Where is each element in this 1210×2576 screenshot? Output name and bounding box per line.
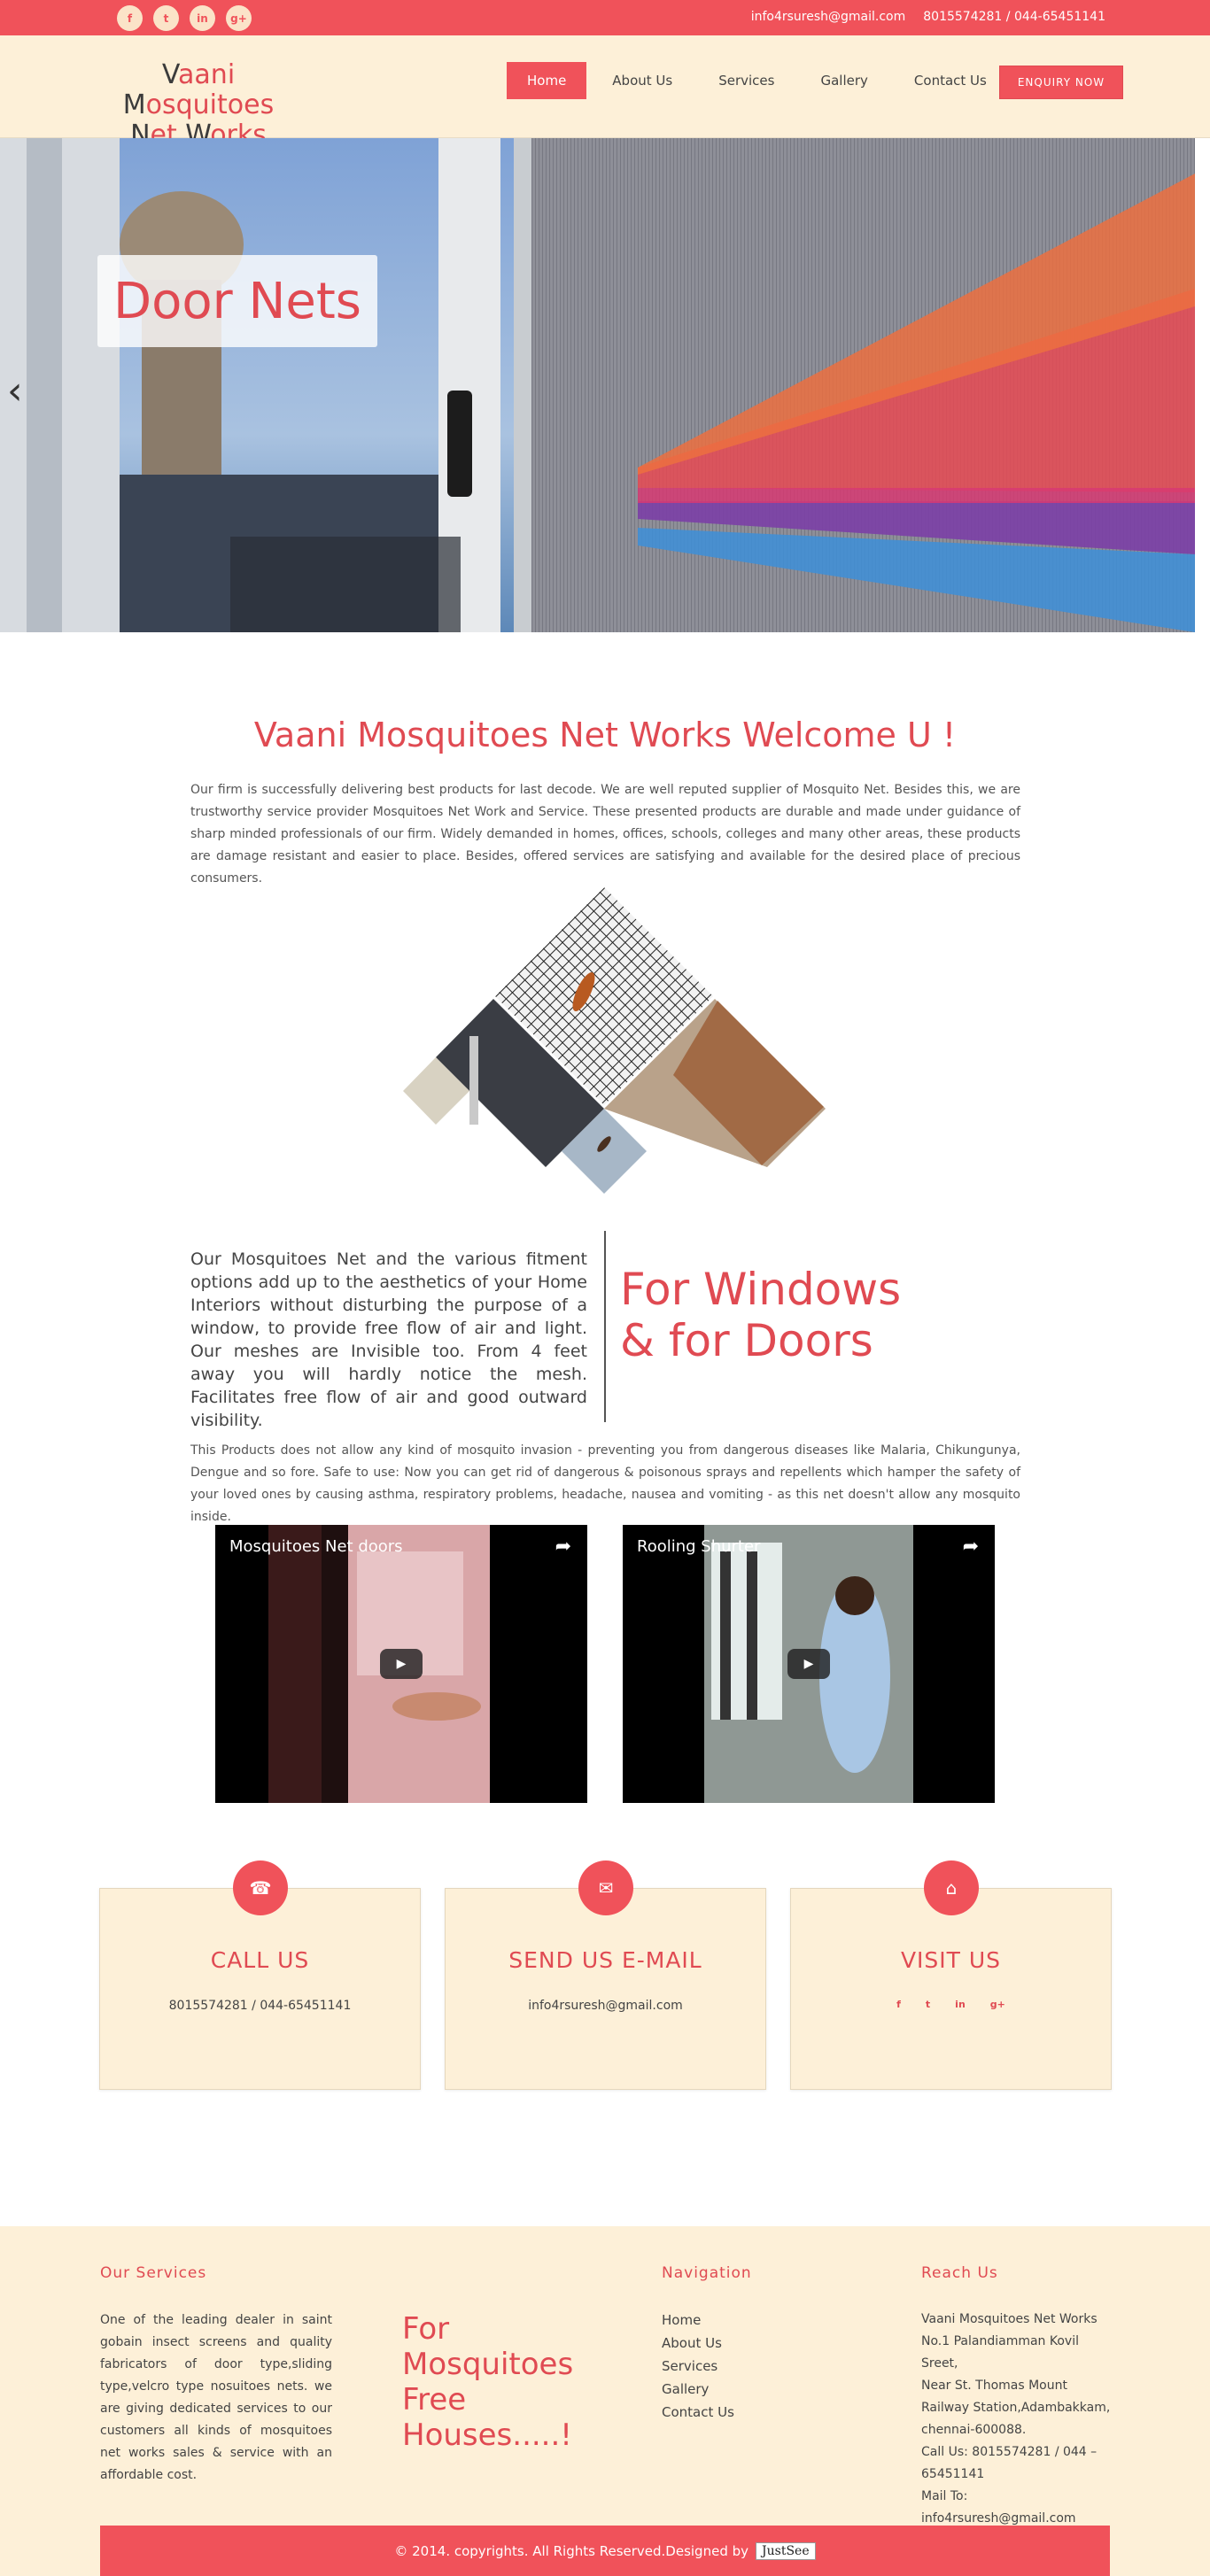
googleplus-icon[interactable]: g+ <box>990 1999 1005 2010</box>
copyright-text: © 2014. copyrights. All Rights Reserved.… <box>394 2542 749 2559</box>
envelope-icon: ✉ <box>578 1860 633 1915</box>
video-title: Mosquitoes Net doors <box>229 1537 403 1556</box>
home-icon: ⌂ <box>924 1860 979 1915</box>
footer-nav-services[interactable]: Services <box>662 2355 734 2378</box>
video-player-doors[interactable]: Mosquitoes Net doors ➦ ▶ <box>215 1525 587 1803</box>
footer-services-text: One of the leading dealer in saint gobai… <box>100 2313 332 2482</box>
designer-logo[interactable]: JustSee <box>756 2541 816 2560</box>
linkedin-icon[interactable]: in <box>955 1999 966 2010</box>
enquiry-button[interactable]: ENQUIRY NOW <box>999 66 1123 99</box>
nav-home[interactable]: Home <box>507 62 587 99</box>
address-line: No.1 Palandiamman Kovil Sreet, <box>921 2334 1079 2371</box>
hero-slider: Door Nets ‹ <box>0 138 1195 632</box>
call-us-title: CALL US <box>210 1947 310 1973</box>
welcome-paragraph: Our firm is successfully delivering best… <box>190 783 1020 886</box>
diamond-collage <box>403 887 826 1194</box>
slogan-line: Free <box>402 2382 467 2417</box>
header: Vaani Mosquitoes Net Works Home About Us… <box>0 35 1210 151</box>
video-title: Rooling Shurter <box>637 1537 761 1556</box>
section-divider-line <box>604 1231 606 1422</box>
copyright-bar: © 2014. copyrights. All Rights Reserved.… <box>100 2526 1110 2576</box>
footer-nav-contact[interactable]: Contact Us <box>662 2401 734 2424</box>
email-title: SEND US E-MAIL <box>508 1947 702 1973</box>
email-address[interactable]: info4rsuresh@gmail.com <box>446 1999 765 2013</box>
hero-image <box>0 138 1195 632</box>
logo-letter: V <box>161 59 179 90</box>
call-us-number[interactable]: 8015574281 / 044-65451141 <box>100 1999 420 2013</box>
nav-services[interactable]: Services <box>698 62 795 99</box>
slogan-line: For <box>402 2311 450 2347</box>
slogan-line: Houses.....! <box>402 2417 572 2453</box>
fitment-heading: For Windows & for Doors <box>620 1264 901 1366</box>
twitter-icon[interactable]: t <box>926 1999 930 2010</box>
share-icon[interactable]: ➦ <box>963 1536 979 1558</box>
address-line: Near St. Thomas Mount <box>921 2379 1067 2393</box>
video-player-shutter[interactable]: Rooling Shurter ➦ ▶ <box>623 1525 995 1803</box>
fitment-heading-line: & for Doors <box>620 1315 873 1366</box>
footer-nav-about[interactable]: About Us <box>662 2332 734 2355</box>
footer-nav-gallery[interactable]: Gallery <box>662 2378 734 2401</box>
address-line: Railway Station,Adambakkam, <box>921 2401 1111 2415</box>
footer-services-heading: Our Services <box>100 2264 207 2282</box>
address-line: Vaani Mosquitoes Net Works <box>921 2312 1098 2326</box>
address-line: 65451141 <box>921 2467 985 2481</box>
twitter-icon[interactable]: t <box>153 5 179 31</box>
main-nav: Home About Us Services Gallery Contact U… <box>507 62 1012 99</box>
protection-paragraph: This Products does not allow any kind of… <box>190 1443 1020 1524</box>
nav-gallery[interactable]: Gallery <box>800 62 888 99</box>
top-bar: f t in g+ info4rsuresh@gmail.com 8015574… <box>0 0 1210 35</box>
footer-reach-heading: Reach Us <box>921 2264 998 2282</box>
top-contact: info4rsuresh@gmail.com 8015574281 / 044-… <box>751 10 1105 24</box>
email-box: ✉ SEND US E-MAIL info4rsuresh@gmail.com <box>445 1860 766 2090</box>
nav-about[interactable]: About Us <box>592 62 693 99</box>
fitment-heading-line: For Windows <box>620 1264 902 1315</box>
address-line: Call Us: 8015574281 / 044 – <box>921 2445 1098 2459</box>
play-icon[interactable]: ▶ <box>787 1649 830 1679</box>
googleplus-icon[interactable]: g+ <box>226 5 252 31</box>
slider-prev-arrow[interactable]: ‹ <box>7 368 23 414</box>
nav-contact[interactable]: Contact Us <box>894 62 1007 99</box>
site-logo[interactable]: Vaani Mosquitoes Net Works <box>96 60 301 151</box>
logo-letter: M <box>122 89 146 120</box>
call-us-box: ☎ CALL US 8015574281 / 044-65451141 <box>99 1860 421 2090</box>
logo-text: osquitoes <box>145 89 275 120</box>
logo-text: aani <box>178 59 236 90</box>
footer-address: Vaani Mosquitoes Net Works No.1 Palandia… <box>921 2309 1116 2530</box>
hero-title: Door Nets <box>97 255 377 347</box>
visit-us-box: ⌂ VISIT US f t in g+ <box>790 1860 1112 2090</box>
address-line: Mail To: <box>921 2489 968 2503</box>
fitment-paragraph: Our Mosquitoes Net and the various fitme… <box>190 1249 587 1430</box>
share-icon[interactable]: ➦ <box>555 1536 571 1558</box>
visit-us-title: VISIT US <box>900 1947 1002 1973</box>
footer-nav-heading: Navigation <box>662 2264 752 2282</box>
linkedin-icon[interactable]: in <box>190 5 215 31</box>
slogan-line: Mosquitoes <box>402 2347 574 2382</box>
footer-nav: Home About Us Services Gallery Contact U… <box>662 2309 734 2424</box>
address-line: chennai-600088. <box>921 2423 1027 2437</box>
top-social-links: f t in g+ <box>117 5 252 31</box>
footer-nav-home[interactable]: Home <box>662 2309 734 2332</box>
play-icon[interactable]: ▶ <box>380 1649 423 1679</box>
visit-social-links: f t in g+ <box>791 1999 1111 2010</box>
footer-slogan: For Mosquitoes Free Houses.....! <box>402 2311 573 2453</box>
top-email-link[interactable]: info4rsuresh@gmail.com <box>751 10 906 24</box>
top-phone: 8015574281 / 044-65451141 <box>923 10 1105 24</box>
facebook-icon[interactable]: f <box>117 5 143 31</box>
phone-icon: ☎ <box>233 1860 288 1915</box>
facebook-icon[interactable]: f <box>896 1999 901 2010</box>
welcome-heading: Vaani Mosquitoes Net Works Welcome U ! <box>253 716 957 754</box>
